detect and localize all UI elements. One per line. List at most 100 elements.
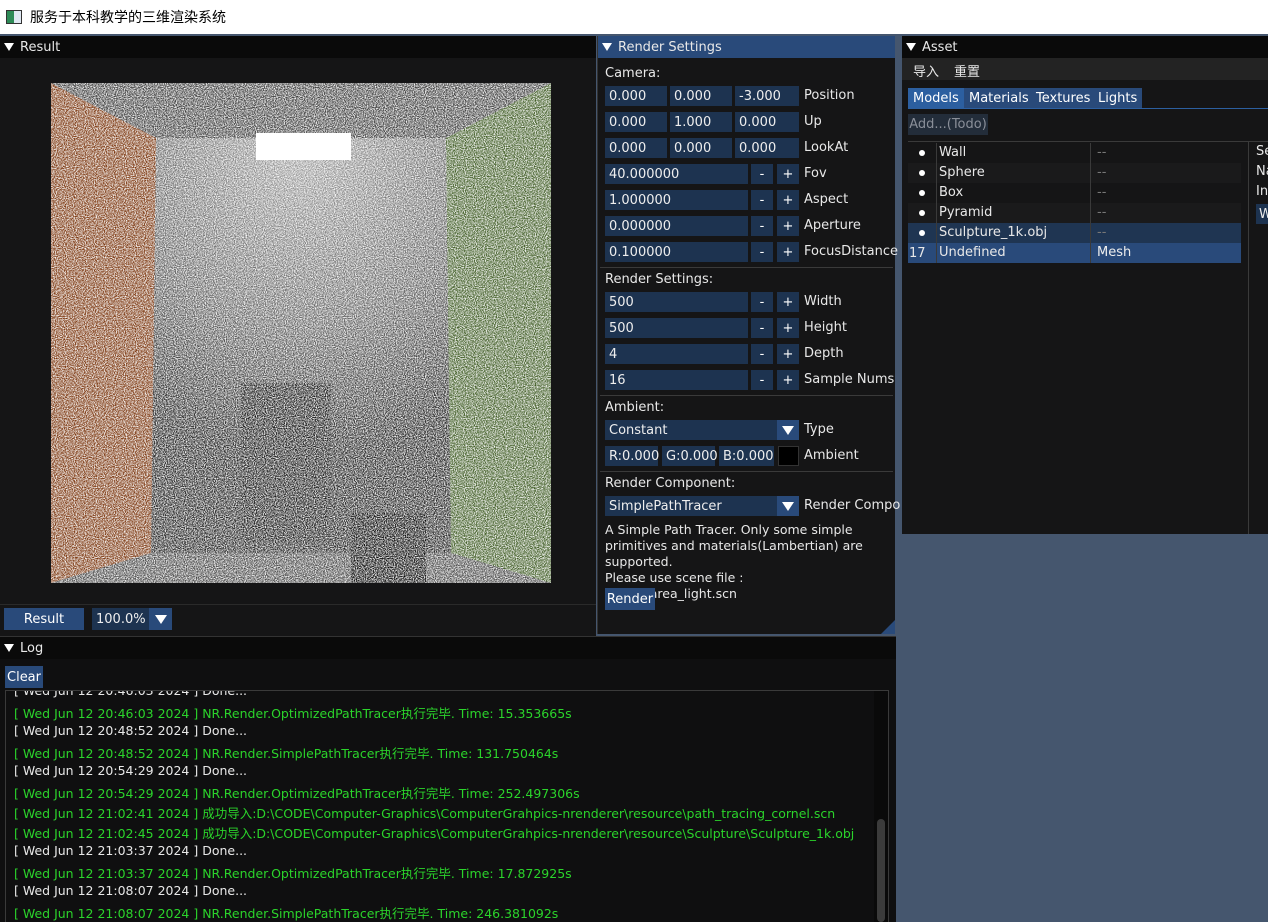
tab-lights[interactable]: Lights: [1093, 88, 1143, 109]
tab-models[interactable]: Models: [908, 88, 964, 109]
render-settings-header[interactable]: Render Settings: [598, 36, 895, 58]
render-component-label: Render Compo: [804, 498, 901, 513]
fov-plus-button[interactable]: +: [777, 164, 799, 184]
sample-nums-field[interactable]: 16: [605, 370, 748, 390]
row-id: 17: [909, 245, 926, 261]
up-x-field[interactable]: 0.000: [605, 112, 667, 132]
ambient-g-field[interactable]: G:0.000: [662, 446, 718, 466]
render-button[interactable]: Render: [605, 588, 655, 610]
collapse-triangle-icon[interactable]: [906, 43, 916, 51]
collapse-triangle-icon[interactable]: [602, 43, 612, 51]
result-button[interactable]: Result: [4, 608, 84, 630]
log-panel-header[interactable]: Log: [0, 637, 896, 659]
render-settings-panel: Render Settings Camera: 0.000 0.000 -3.0…: [597, 36, 900, 634]
tab-textures[interactable]: Textures: [1031, 88, 1096, 109]
table-row[interactable]: Box --: [908, 183, 1241, 203]
table-row[interactable]: Pyramid --: [908, 203, 1241, 223]
table-row[interactable]: Sculpture_1k.obj --: [908, 223, 1241, 243]
log-panel: Log Clear [ Wed Jun 12 20:46:03 2024 ] D…: [0, 636, 896, 922]
side-field[interactable]: W: [1256, 204, 1268, 224]
depth-field[interactable]: 4: [605, 344, 748, 364]
log-line: [ Wed Jun 12 20:54:29 2024 ] Done...: [14, 763, 248, 778]
aperture-plus-button[interactable]: +: [777, 216, 799, 236]
log-line: [ Wed Jun 12 20:54:29 2024 ] NR.Render.O…: [14, 786, 580, 801]
up-y-field[interactable]: 1.000: [670, 112, 732, 132]
width-plus-button[interactable]: +: [777, 292, 799, 312]
render-component-dropdown-button[interactable]: [777, 496, 799, 516]
path-traced-cornell-box-image: [51, 83, 551, 583]
log-scrollbar[interactable]: [874, 691, 888, 922]
aspect-minus-button[interactable]: -: [751, 190, 773, 210]
result-panel-title: Result: [20, 39, 61, 55]
lookat-x-field[interactable]: 0.000: [605, 138, 667, 158]
height-field[interactable]: 500: [605, 318, 748, 338]
menu-reset[interactable]: 重置: [954, 61, 980, 80]
model-type: --: [1097, 165, 1107, 180]
aperture-minus-button[interactable]: -: [751, 216, 773, 236]
ambient-color-swatch[interactable]: [778, 446, 799, 466]
focus-distance-minus-button[interactable]: -: [751, 242, 773, 262]
height-plus-button[interactable]: +: [777, 318, 799, 338]
fov-minus-button[interactable]: -: [751, 164, 773, 184]
lookat-y-field[interactable]: 0.000: [670, 138, 732, 158]
lookat-label: LookAt: [804, 140, 849, 155]
asset-panel-header[interactable]: Asset: [902, 36, 1268, 58]
component-section-label: Render Component:: [605, 476, 736, 491]
log-line: [ Wed Jun 12 21:02:41 2024 ] 成功导入:D:\COD…: [14, 806, 836, 821]
table-row-selected[interactable]: 17 Undefined Mesh: [908, 243, 1241, 263]
height-minus-button[interactable]: -: [751, 318, 773, 338]
ambient-type-select[interactable]: Constant: [605, 420, 777, 440]
up-z-field[interactable]: 0.000: [735, 112, 799, 132]
menu-import[interactable]: 导入: [913, 61, 939, 80]
height-label: Height: [804, 320, 847, 335]
ambient-b-field[interactable]: B:0.000: [719, 446, 774, 466]
aspect-plus-button[interactable]: +: [777, 190, 799, 210]
lookat-z-field[interactable]: 0.000: [735, 138, 799, 158]
aspect-field[interactable]: 1.000000: [605, 190, 748, 210]
position-z-field[interactable]: -3.000: [735, 86, 799, 106]
depth-minus-button[interactable]: -: [751, 344, 773, 364]
render-component-select[interactable]: SimplePathTracer: [605, 496, 777, 516]
model-name: Sculpture_1k.obj: [939, 225, 1048, 240]
add-model-button[interactable]: Add...(Todo): [908, 114, 988, 135]
divider: [936, 203, 937, 223]
width-minus-button[interactable]: -: [751, 292, 773, 312]
model-type: --: [1097, 145, 1107, 160]
table-row[interactable]: Sphere --: [908, 163, 1241, 183]
position-x-field[interactable]: 0.000: [605, 86, 667, 106]
sample-nums-plus-button[interactable]: +: [777, 370, 799, 390]
log-line: [ Wed Jun 12 21:03:37 2024 ] NR.Render.O…: [14, 866, 572, 881]
log-line: [ Wed Jun 12 20:48:52 2024 ] NR.Render.S…: [14, 746, 559, 761]
log-output[interactable]: [ Wed Jun 12 20:46:03 2024 ] Done... [ W…: [5, 690, 889, 922]
ambient-type-dropdown-button[interactable]: [777, 420, 799, 440]
tab-materials[interactable]: Materials: [964, 88, 1034, 109]
result-panel-header[interactable]: Result: [0, 36, 596, 58]
divider: [908, 141, 1268, 142]
ambient-r-field[interactable]: R:0.000: [605, 446, 659, 466]
chevron-down-icon: [782, 425, 794, 435]
depth-plus-button[interactable]: +: [777, 344, 799, 364]
log-panel-title: Log: [20, 640, 44, 656]
collapse-triangle-icon[interactable]: [4, 644, 14, 652]
zoom-dropdown-button[interactable]: [149, 608, 172, 630]
resize-grip[interactable]: [881, 620, 895, 634]
log-line: [ Wed Jun 12 20:48:52 2024 ] Done...: [14, 723, 248, 738]
fov-field[interactable]: 40.000000: [605, 164, 748, 184]
focus-distance-field[interactable]: 0.100000: [605, 242, 748, 262]
divider: [936, 243, 937, 263]
aperture-field[interactable]: 0.000000: [605, 216, 748, 236]
description-line: A Simple Path Tracer. Only some simple: [605, 522, 853, 537]
width-label: Width: [804, 294, 842, 309]
zoom-select[interactable]: 100.0%: [92, 608, 149, 630]
row-marker: [908, 223, 936, 243]
clear-log-button[interactable]: Clear: [5, 666, 43, 688]
collapse-triangle-icon[interactable]: [4, 43, 14, 51]
table-row[interactable]: Wall --: [908, 143, 1241, 163]
position-y-field[interactable]: 0.000: [670, 86, 732, 106]
log-scrollbar-thumb[interactable]: [877, 819, 885, 922]
width-field[interactable]: 500: [605, 292, 748, 312]
sample-nums-minus-button[interactable]: -: [751, 370, 773, 390]
asset-panel-title: Asset: [922, 39, 958, 55]
focus-distance-plus-button[interactable]: +: [777, 242, 799, 262]
result-panel: Result Result 100.0%: [0, 36, 596, 636]
